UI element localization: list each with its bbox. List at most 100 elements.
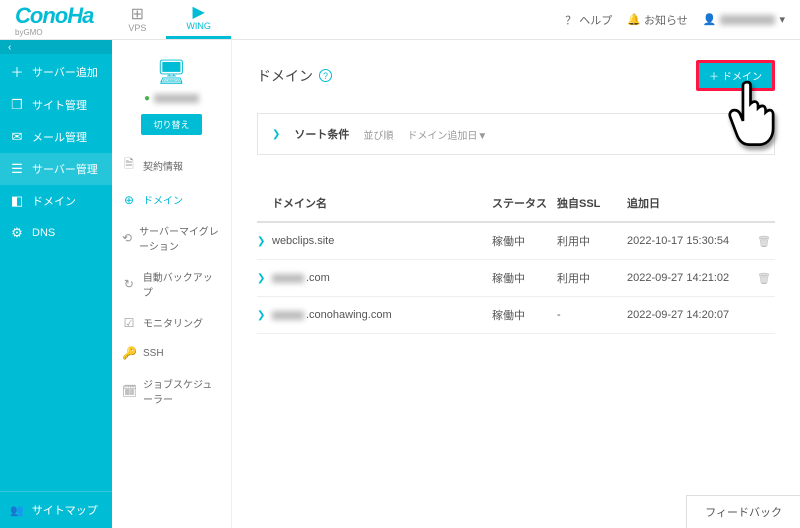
sub-item-contract[interactable]: 🗎 契約情報 <box>112 147 231 184</box>
cell-status: 稼働中 <box>492 307 557 323</box>
server-box: 🖥 ● 切り替え <box>112 40 231 147</box>
col-domain: ドメイン名 <box>272 195 492 211</box>
main-header: ドメイン ? ＋ ドメイン <box>257 60 775 91</box>
sub-item-label: SSH <box>143 348 164 359</box>
table-row[interactable]: ❯ webclips.site 稼働中 利用中 2022-10-17 15:30… <box>257 223 775 260</box>
chevron-right-icon: ❯ <box>257 273 272 284</box>
chevron-down-icon: ▾ <box>779 13 785 26</box>
sub-item-ssh[interactable]: 🔑 SSH <box>112 338 231 368</box>
sub-item-scheduler[interactable]: 🗓 ジョブスケジューラー <box>112 368 231 414</box>
tab-label: WING <box>186 21 211 31</box>
sub-item-label: ジョブスケジューラー <box>143 376 221 406</box>
add-domain-label: ドメイン <box>722 68 762 83</box>
feedback-button[interactable]: フィードバック <box>686 495 800 528</box>
sidebar-item-site-manage[interactable]: ❐ サイト管理 <box>0 89 112 121</box>
sidebar-item-domain[interactable]: ◧ ドメイン <box>0 185 112 217</box>
sidebar-item-label: ドメイン <box>32 193 76 209</box>
plus-icon: ＋ <box>10 62 24 81</box>
trash-icon[interactable]: 🗑 <box>757 272 777 285</box>
sort-by: ドメイン追加日▼ <box>407 127 487 142</box>
domain-masked <box>272 274 304 283</box>
col-ssl: 独自SSL <box>557 195 627 211</box>
cell-ssl: - <box>557 309 627 321</box>
domain-suffix: .conohawing.com <box>306 309 392 321</box>
help-icon: ？ <box>565 12 576 28</box>
backup-icon: ↻ <box>122 277 136 291</box>
page-title: ドメイン ? <box>257 66 332 86</box>
sub-item-domain[interactable]: ⊕ ドメイン <box>112 184 231 215</box>
switch-label: 切り替え <box>153 120 189 130</box>
sidebar-item-server-manage[interactable]: ☰ サーバー管理 <box>0 153 112 185</box>
table-header: . ドメイン名 ステータス 独自SSL 追加日 <box>257 185 775 223</box>
sidebar-item-label: メール管理 <box>32 129 87 145</box>
table-row[interactable]: ❯ .com 稼働中 利用中 2022-09-27 14:21:02 🗑 <box>257 260 775 297</box>
document-icon: 🗎 <box>122 155 136 176</box>
sidebar-sitemap[interactable]: 👥 サイトマップ <box>0 491 112 528</box>
sub-item-label: サーバーマイグレーション <box>139 223 221 253</box>
page-title-text: ドメイン <box>257 66 313 86</box>
sidebar-item-label: サーバー管理 <box>32 161 98 177</box>
mail-icon: ✉ <box>10 129 24 145</box>
status-dot-icon: ● <box>144 93 150 104</box>
sort-bar[interactable]: ❯ ソート条件 並び順 ドメイン追加日▼ <box>257 113 775 155</box>
cell-ssl: 利用中 <box>557 233 627 249</box>
sub-item-monitoring[interactable]: ☑ モニタリング <box>112 307 231 338</box>
domain-table: . ドメイン名 ステータス 独自SSL 追加日 ❯ webclips.site … <box>257 185 775 334</box>
chevron-right-icon: ❯ <box>257 310 272 321</box>
user-menu[interactable]: 👤 ▾ <box>703 13 785 26</box>
sidebar-footer-label: サイトマップ <box>32 502 98 518</box>
table-row[interactable]: ❯ .conohawing.com 稼働中 - 2022-09-27 14:20… <box>257 297 775 334</box>
sub-item-label: 自動バックアップ <box>143 269 221 299</box>
logo-text: ConoHa <box>15 3 93 28</box>
main-content: ドメイン ? ＋ ドメイン ❯ ソート条件 並び順 ドメイン追加日▼ . ドメイ… <box>232 40 800 528</box>
domain-icon: ◧ <box>10 193 24 209</box>
key-icon: 🔑 <box>122 346 136 360</box>
feedback-label: フィードバック <box>705 507 782 519</box>
help-icon[interactable]: ? <box>319 69 332 82</box>
sub-item-label: ドメイン <box>143 192 183 207</box>
cell-ssl: 利用中 <box>557 270 627 286</box>
sort-order: 並び順 <box>363 127 393 142</box>
logo[interactable]: ConoHa byGMO <box>0 3 108 37</box>
tab-wing[interactable]: ▶ WING <box>166 0 231 39</box>
help-link[interactable]: ？ ヘルプ <box>565 12 612 28</box>
sidebar-item-dns[interactable]: ⚙ DNS <box>0 217 112 249</box>
sidebar-item-mail-manage[interactable]: ✉ メール管理 <box>0 121 112 153</box>
sidebar-collapse[interactable]: ‹ <box>0 40 112 54</box>
sub-item-label: 契約情報 <box>143 158 183 173</box>
domain-suffix: .com <box>306 272 330 284</box>
sub-sidebar: 🖥 ● 切り替え 🗎 契約情報 ⊕ ドメイン ⟲ サーバーマイグレーション ↻ … <box>112 40 232 528</box>
server-icon: ☰ <box>10 161 24 177</box>
tab-vps[interactable]: ⊞ VPS <box>108 0 166 39</box>
chevron-right-icon: ❯ <box>272 129 280 140</box>
cell-added: 2022-09-27 14:20:07 <box>627 309 757 321</box>
cell-domain: .conohawing.com <box>272 309 492 321</box>
sidebar-item-add-server[interactable]: ＋ サーバー追加 <box>0 54 112 89</box>
bell-icon: 🔔 <box>627 13 641 26</box>
news-link[interactable]: 🔔 お知らせ <box>627 12 687 28</box>
sub-item-backup[interactable]: ↻ 自動バックアップ <box>112 261 231 307</box>
help-label: ヘルプ <box>579 12 612 28</box>
tab-label: VPS <box>128 23 146 33</box>
cell-added: 2022-09-27 14:21:02 <box>627 272 757 284</box>
wing-icon: ▶ <box>192 5 204 21</box>
sub-item-migration[interactable]: ⟲ サーバーマイグレーション <box>112 215 231 261</box>
calendar-icon: 🗓 <box>122 384 136 398</box>
monitor-icon: ☑ <box>122 316 136 330</box>
cell-status: 稼働中 <box>492 270 557 286</box>
server-name-masked <box>154 94 199 103</box>
sidebar-item-label: DNS <box>32 227 55 239</box>
username-masked <box>720 15 775 25</box>
trash-icon[interactable]: 🗑 <box>757 235 777 248</box>
top-header-right: ？ ヘルプ 🔔 お知らせ 👤 ▾ <box>565 12 785 28</box>
logo-sub: byGMO <box>15 29 93 37</box>
top-header: ConoHa byGMO ⊞ VPS ▶ WING ？ ヘルプ 🔔 お知らせ 👤… <box>0 0 800 40</box>
add-domain-button[interactable]: ＋ ドメイン <box>696 60 775 91</box>
cell-domain: .com <box>272 272 492 284</box>
cell-domain: webclips.site <box>272 235 492 247</box>
globe-icon: ⚙ <box>10 225 24 241</box>
switch-server-button[interactable]: 切り替え <box>141 114 201 135</box>
top-header-left: ConoHa byGMO ⊞ VPS ▶ WING <box>0 0 231 39</box>
sidebar-item-label: サイト管理 <box>32 97 87 113</box>
domain-icon: ⊕ <box>122 193 136 207</box>
